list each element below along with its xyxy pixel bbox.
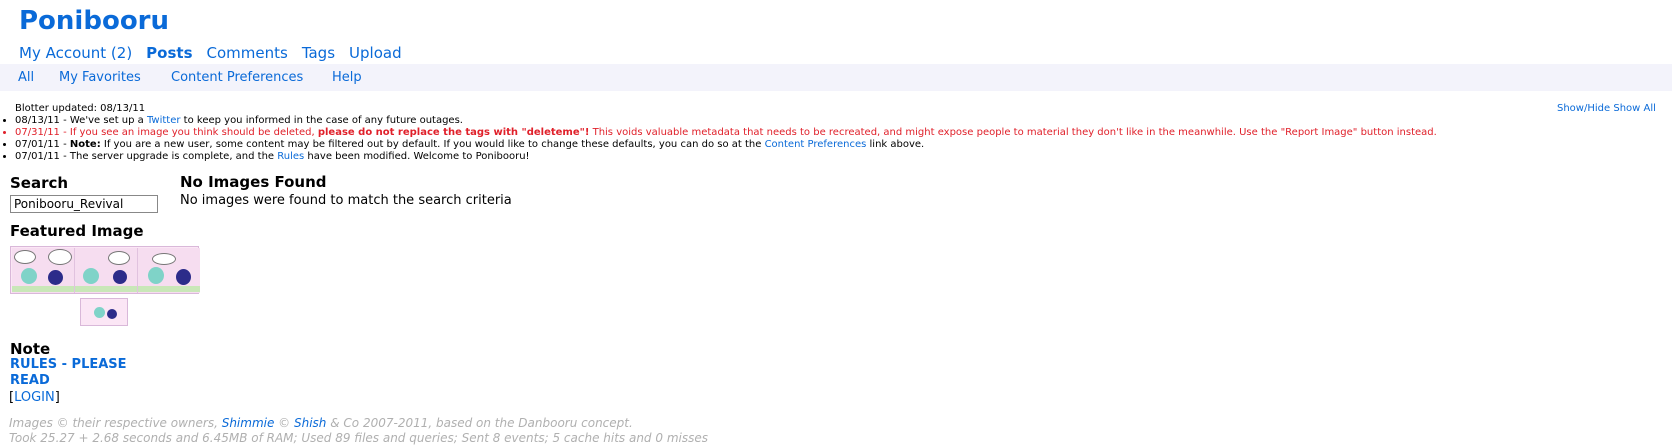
blotter-text: 08/13/11 - We've set up a (15, 115, 147, 126)
blotter-bold-text: please do not replace the tags with "del… (317, 127, 590, 138)
search-title: Search (10, 174, 69, 192)
no-images-message: No images were found to match the search… (180, 193, 512, 208)
login-area: [LOGIN] (9, 390, 60, 405)
blotter-text: link above. (866, 139, 925, 150)
subnav-help[interactable]: Help (332, 70, 362, 85)
blotter-entry: 08/13/11 - We've set up a Twitter to kee… (15, 115, 1437, 127)
search-input[interactable] (10, 195, 158, 213)
bracket: ] (54, 390, 60, 405)
comic-panel (75, 248, 138, 293)
comic-panel (138, 248, 200, 293)
no-images-heading: No Images Found (180, 173, 327, 191)
rules-please-read-link[interactable]: RULES - PLEASE (10, 357, 127, 372)
rules-please-read-link-cont[interactable]: READ (10, 373, 50, 388)
blotter-text: 07/31/11 - If you see an image you think… (15, 127, 318, 138)
login-link[interactable]: LOGIN (14, 390, 55, 405)
blotter-list: 08/13/11 - We've set up a Twitter to kee… (15, 115, 1437, 163)
subnav-all[interactable]: All (18, 70, 34, 85)
site-title[interactable]: Ponibooru (19, 6, 169, 36)
shimmie-link[interactable]: Shimmie (222, 416, 275, 430)
footer-text: Images © their respective owners, (9, 416, 222, 430)
featured-image-title: Featured Image (10, 222, 144, 240)
blotter-text: have been modified. Welcome to Ponibooru… (304, 151, 530, 162)
nav-tags[interactable]: Tags (302, 44, 335, 62)
blotter-toggle: Show/Hide Show All (1557, 103, 1656, 115)
sub-nav: All My Favorites Content Preferences Hel… (0, 64, 1672, 91)
shish-link[interactable]: Shish (294, 416, 326, 430)
blotter-show-hide-link[interactable]: Show/Hide (1557, 103, 1610, 114)
main-content: No Images Found No images were found to … (180, 173, 512, 208)
blotter-text: This voids valuable metadata that needs … (589, 127, 1437, 138)
blotter-updated: Blotter updated: 08/13/11 (15, 103, 146, 114)
nav-comments[interactable]: Comments (207, 44, 288, 62)
featured-image-panel[interactable] (80, 298, 128, 326)
footer-text: & Co 2007-2011, based on the Danbooru co… (326, 416, 633, 430)
footer-line-1: Images © their respective owners, Shimmi… (9, 416, 708, 431)
footer-line-2: Took 25.27 + 2.68 seconds and 6.45MB of … (9, 431, 708, 445)
blotter-entry-important: 07/31/11 - If you see an image you think… (15, 127, 1437, 139)
blotter-show-all-link[interactable]: Show All (1613, 103, 1656, 114)
nav-upload[interactable]: Upload (349, 44, 402, 62)
blotter-text: If you are a new user, some content may … (100, 139, 765, 150)
blotter-entry: 07/01/11 - Note: If you are a new user, … (15, 139, 1437, 151)
main-nav: My Account (2) Posts Comments Tags Upload (19, 44, 416, 62)
twitter-link[interactable]: Twitter (147, 115, 181, 126)
note-title: Note (10, 340, 51, 358)
subnav-my-favorites[interactable]: My Favorites (59, 70, 141, 85)
footer: Images © their respective owners, Shimmi… (9, 416, 708, 446)
blotter-text: 07/01/11 - (15, 139, 70, 150)
nav-posts[interactable]: Posts (146, 44, 192, 62)
subnav-content-preferences[interactable]: Content Preferences (171, 70, 303, 85)
blotter-text: to keep you informed in the case of any … (180, 115, 463, 126)
footer-text: © (274, 416, 294, 430)
content-preferences-link[interactable]: Content Preferences (765, 139, 867, 150)
comic-panel (12, 248, 75, 293)
blotter-text: 07/01/11 - The server upgrade is complet… (15, 151, 278, 162)
blotter-entry: 07/01/11 - The server upgrade is complet… (15, 151, 1437, 163)
nav-my-account[interactable]: My Account (2) (19, 44, 132, 62)
featured-image[interactable] (10, 246, 200, 294)
blotter-bold-text: Note: (69, 139, 101, 150)
rules-link[interactable]: Rules (277, 151, 304, 162)
